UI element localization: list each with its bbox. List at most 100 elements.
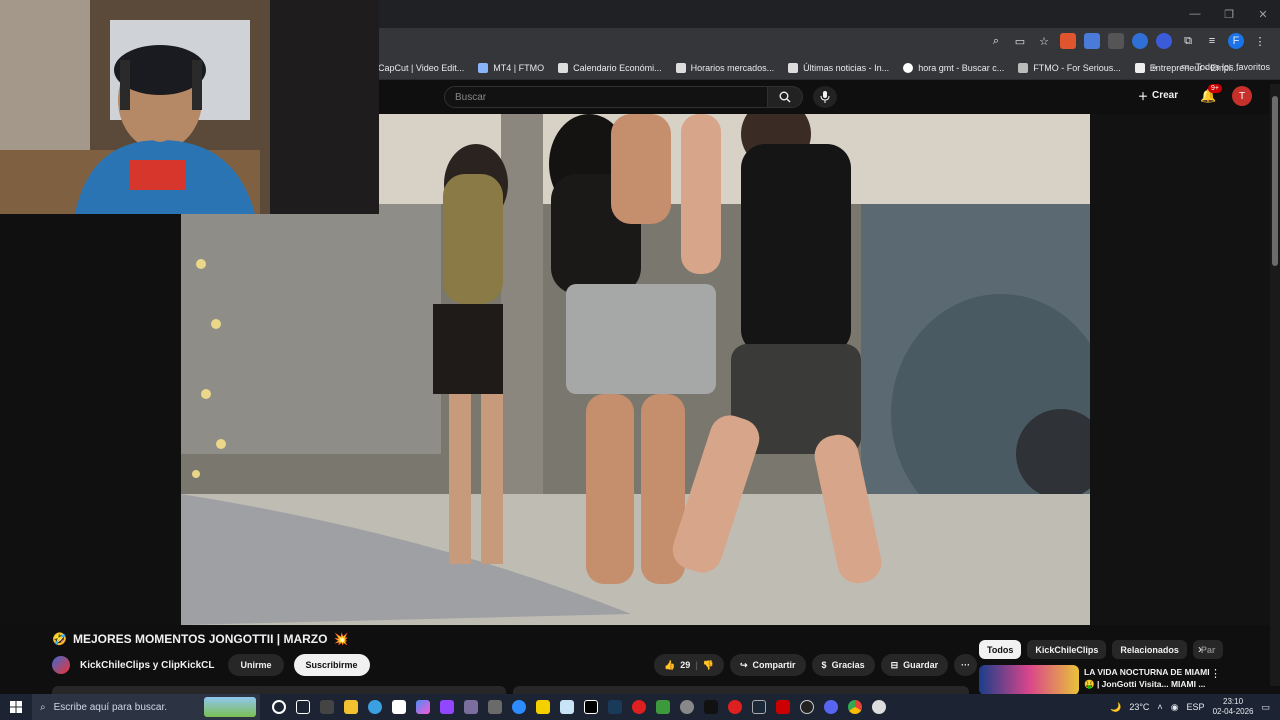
left-background <box>0 214 181 625</box>
app-icon[interactable] <box>320 700 334 714</box>
taskbar-search-placeholder: Escribe aquí para buscar. <box>53 701 168 713</box>
user-avatar[interactable]: T <box>1232 86 1252 106</box>
media-icon[interactable]: ≡ <box>1204 33 1220 49</box>
cortana-icon[interactable] <box>272 700 286 714</box>
subscribe-button[interactable]: Suscribirme <box>293 654 370 676</box>
edge-icon[interactable] <box>368 700 382 714</box>
channel-row: KickChileClips y ClipKickCL Unirme Suscr… <box>52 654 370 676</box>
chrome-icon[interactable] <box>848 700 862 714</box>
settings-gear-icon[interactable] <box>680 700 694 714</box>
recommendation-thumbnail[interactable] <box>979 665 1079 695</box>
video-title-text: MEJORES MOMENTOS JONGOTTII | MARZO <box>72 632 328 646</box>
minimize-button[interactable]: — <box>1178 0 1212 28</box>
comments-box[interactable] <box>513 686 969 694</box>
minecraft-icon[interactable] <box>656 700 670 714</box>
translate-icon[interactable] <box>1084 33 1100 49</box>
bookmark-item[interactable]: Calendario Económi... <box>558 62 662 73</box>
close-button[interactable]: ✕ <box>1246 0 1280 28</box>
bookmarks-overflow-button[interactable]: » <box>1152 62 1157 72</box>
extension-icon[interactable] <box>1132 33 1148 49</box>
save-button[interactable]: ⊟ Guardar <box>880 654 949 676</box>
discord-icon[interactable] <box>824 700 838 714</box>
more-actions-button[interactable]: ··· <box>954 654 978 676</box>
twitch-icon[interactable] <box>440 700 454 714</box>
recommendation-menu-icon[interactable]: ⋮ <box>1210 667 1221 680</box>
clock-date: 02-04-2026 <box>1212 707 1254 716</box>
right-background <box>1090 114 1270 625</box>
app-icon[interactable] <box>776 700 790 714</box>
chip-channel[interactable]: KickChileClips <box>1027 640 1107 659</box>
network-icon[interactable]: ◉ <box>1171 702 1179 713</box>
profile-icon[interactable]: F <box>1228 33 1244 49</box>
extension-icon[interactable] <box>1060 33 1076 49</box>
bookmark-item[interactable]: CapCut | Video Edit... <box>378 63 464 73</box>
save-icon: ⊟ <box>890 659 899 670</box>
bookmark-item[interactable]: FTMO - For Serious... <box>1018 62 1121 73</box>
tiktok-icon[interactable] <box>704 700 718 714</box>
app-icon[interactable] <box>872 700 886 714</box>
scrollbar-thumb[interactable] <box>1272 96 1278 266</box>
channel-name[interactable]: KickChileClips y ClipKickCL <box>80 660 214 671</box>
description-box[interactable] <box>52 686 506 694</box>
page-scrollbar[interactable] <box>1270 84 1280 686</box>
chevron-right-icon[interactable]: › <box>1198 642 1202 656</box>
restore-button[interactable]: ❐ <box>1212 0 1246 28</box>
file-explorer-icon[interactable] <box>344 700 358 714</box>
recommendation-title[interactable]: LA VIDA NOCTURNA DE MIAMI 🤑 | JonGotti V… <box>1084 666 1214 690</box>
search-button[interactable] <box>767 86 803 108</box>
taskbar-search[interactable]: ⌕ Escribe aquí para buscar. <box>32 694 260 720</box>
thanks-button[interactable]: $ Gracias <box>811 654 875 676</box>
title-emoji-left: 🤣 <box>52 632 67 646</box>
share-button[interactable]: ↪ Compartir <box>729 654 806 676</box>
chip-related[interactable]: Relacionados <box>1112 640 1187 659</box>
weather-temp[interactable]: 23°C <box>1129 702 1149 712</box>
extension-icon[interactable] <box>1156 33 1172 49</box>
tray-chevron-icon[interactable]: ˄ <box>1157 702 1162 712</box>
investing-icon <box>558 62 569 73</box>
all-bookmarks-link[interactable]: Todos los favoritos <box>1195 62 1270 72</box>
weather-icon: 🌙 <box>1110 701 1122 712</box>
bookmark-item[interactable]: MT4 | FTMO <box>478 62 544 73</box>
clock[interactable]: 23:10 02-04-2026 <box>1213 697 1254 717</box>
entrepreneur-icon <box>1134 62 1145 73</box>
like-button[interactable]: 👍 29 | 👎 <box>654 654 724 676</box>
menu-icon[interactable]: ⋮ <box>1252 33 1268 49</box>
bookmark-star-icon[interactable]: ☆ <box>1036 33 1052 49</box>
create-button[interactable]: ＋ Crear <box>1138 88 1178 103</box>
share-icon: ↪ <box>739 659 748 670</box>
app-icon[interactable] <box>416 700 430 714</box>
task-view-icon[interactable] <box>296 700 310 714</box>
start-button[interactable] <box>0 694 32 720</box>
share-label: Compartir <box>752 660 796 670</box>
app-icon[interactable] <box>560 700 574 714</box>
language-indicator[interactable]: ESP <box>1187 702 1205 712</box>
chip-all[interactable]: Todos <box>979 640 1022 659</box>
app-icon[interactable] <box>608 700 622 714</box>
app-icon[interactable] <box>728 700 742 714</box>
join-button[interactable]: Unirme <box>228 654 284 676</box>
voice-search-button[interactable] <box>813 86 837 108</box>
extensions-puzzle-icon[interactable]: ⧉ <box>1180 33 1196 49</box>
sticky-notes-icon[interactable] <box>536 700 550 714</box>
steam-icon[interactable] <box>752 700 766 714</box>
extension-icon[interactable] <box>1108 33 1124 49</box>
zoom-app-icon[interactable] <box>512 700 526 714</box>
notepad-icon[interactable] <box>392 700 406 714</box>
app-icon[interactable] <box>464 700 478 714</box>
plus-icon: ＋ <box>1138 92 1148 103</box>
app-icon[interactable] <box>488 700 502 714</box>
bookmark-item[interactable]: Horarios mercados... <box>675 62 774 73</box>
capcut-icon[interactable] <box>584 700 598 714</box>
bookmark-label: FTMO - For Serious... <box>1033 62 1121 73</box>
windows-logo-icon <box>10 701 22 713</box>
bookmark-item[interactable]: hora gmt - Buscar c... <box>903 62 1004 73</box>
cast-icon[interactable]: ▭ <box>1012 33 1028 49</box>
thumbs-down-icon[interactable]: 👎 <box>703 660 714 671</box>
notifications-icon[interactable]: ▭ <box>1261 702 1270 713</box>
bookmark-item[interactable]: Últimas noticias - In... <box>788 62 889 73</box>
zoom-icon[interactable]: ⌕ <box>988 33 1004 49</box>
opera-icon[interactable] <box>632 700 646 714</box>
obs-icon[interactable] <box>800 700 814 714</box>
search-input[interactable]: Buscar <box>444 86 768 108</box>
channel-avatar[interactable] <box>52 656 70 674</box>
